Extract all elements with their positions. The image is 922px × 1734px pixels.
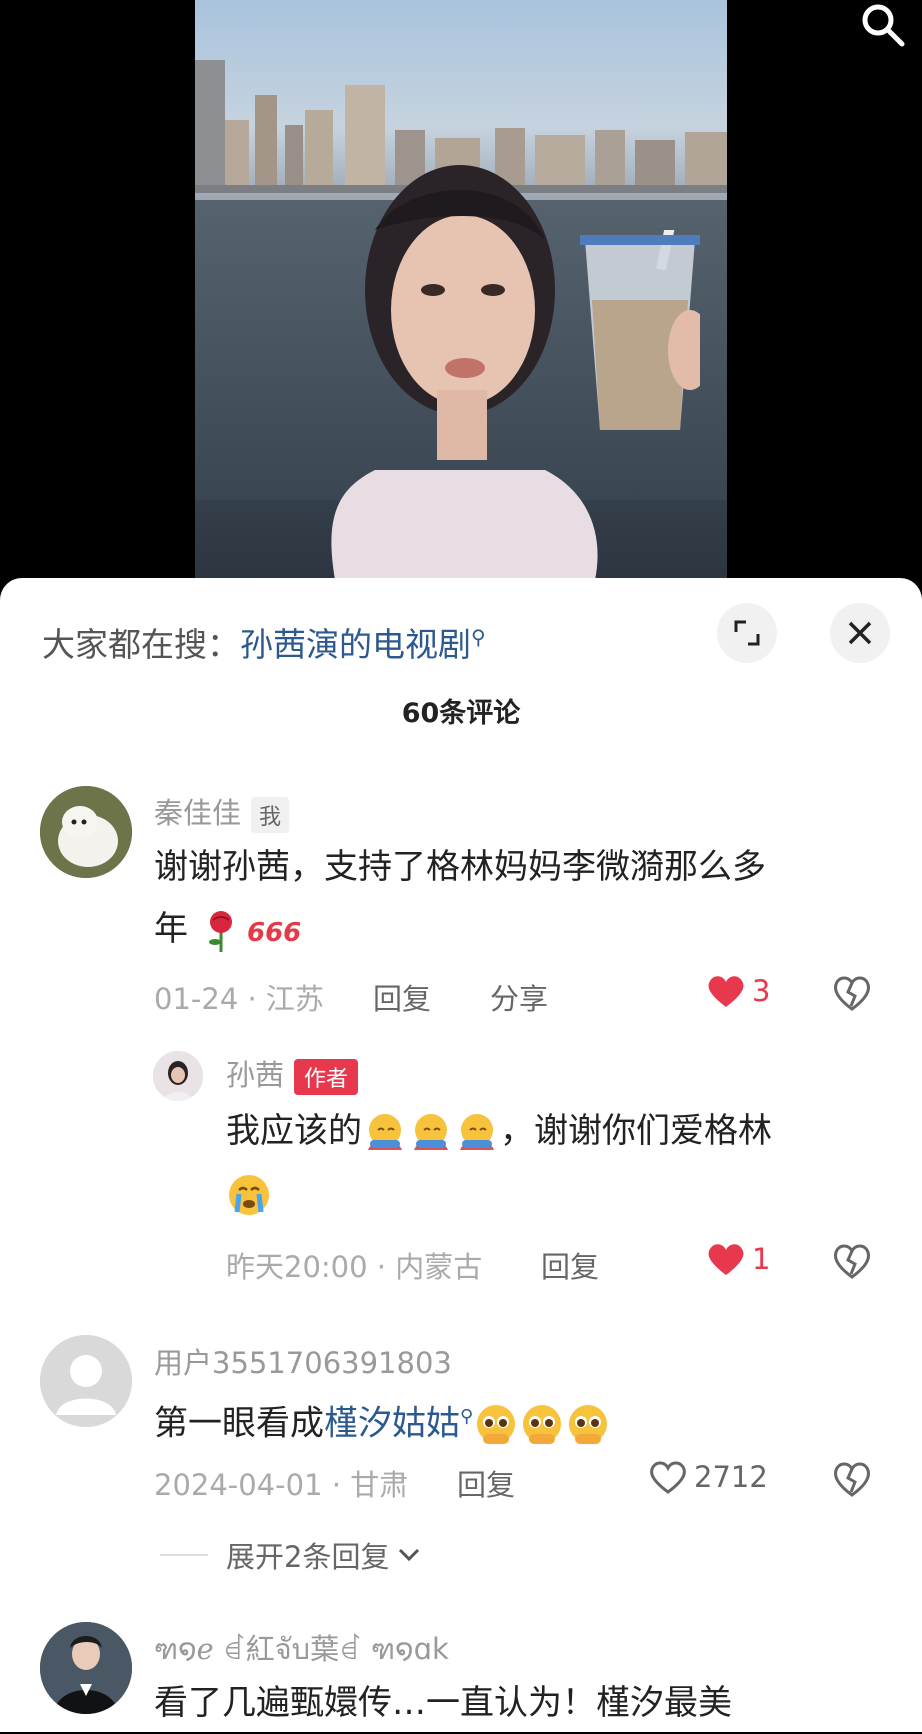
milk-tea-cup xyxy=(580,230,700,430)
video-frame[interactable] xyxy=(195,0,727,580)
reply-meta: 昨天20:00 · 内蒙古 xyxy=(226,1250,483,1284)
pleading-emoji-icon xyxy=(477,1404,516,1444)
hot-search-prefix: 大家都在搜： xyxy=(42,625,240,664)
video-area[interactable] xyxy=(0,0,922,580)
reply-button[interactable]: 回复 xyxy=(373,976,431,1018)
comment-text-line2: 年 xyxy=(154,909,188,949)
comment-text-part1: 第一眼看成 xyxy=(154,1403,324,1444)
reply-text-part2: ，谢谢你们爱格林 xyxy=(500,1111,772,1151)
pleading-emoji-icon xyxy=(569,1404,608,1444)
search-icon[interactable] xyxy=(856,2,908,50)
svg-text:666: 666 xyxy=(247,918,301,948)
reply-text-part1: 我应该的 xyxy=(226,1111,362,1151)
comment-meta: 2024-04-01 · 甘肃 xyxy=(154,1468,409,1502)
comment-username[interactable]: 秦佳佳我 xyxy=(154,790,290,833)
heart-filled-icon xyxy=(708,976,744,1007)
expand-button[interactable] xyxy=(717,603,777,663)
divider-line xyxy=(160,1554,208,1556)
like-count: 3 xyxy=(752,974,771,1008)
search-icon: ⚲ xyxy=(460,1406,474,1427)
expand-replies-label[interactable]: 展开2条回复 xyxy=(226,1534,389,1576)
avatar[interactable] xyxy=(40,786,132,878)
pleading-emoji-icon xyxy=(523,1404,562,1444)
comment-text-line1: 谢谢孙茜，支持了格林妈妈李微漪那么多 xyxy=(154,847,766,887)
reply-text: 我应该的 ，谢谢你们爱格林 xyxy=(226,1100,886,1224)
heart-filled-icon xyxy=(708,1244,744,1275)
like-button[interactable]: 2712 xyxy=(648,1459,768,1495)
me-tag: 我 xyxy=(251,797,290,833)
man-avatar-icon xyxy=(40,1622,132,1714)
like-button[interactable]: 1 xyxy=(706,1241,770,1277)
woman-figure xyxy=(331,165,598,580)
hug-emoji-icon xyxy=(414,1113,448,1150)
reply-button[interactable]: 回复 xyxy=(457,1462,515,1504)
author-tag: 作者 xyxy=(294,1059,359,1095)
close-icon xyxy=(848,621,872,645)
search-icon: ⚲ xyxy=(471,625,486,649)
close-button[interactable] xyxy=(830,603,890,663)
hot-search-keyword[interactable]: 孙茜演的电视剧 xyxy=(240,625,471,664)
crying-emoji-icon xyxy=(229,1174,269,1215)
comment-username[interactable]: ฑ໑ℯ ꀸ紅จับ葉ꀸ ฑ໑ɑk xyxy=(154,1626,449,1672)
like-count: 1 xyxy=(752,1242,771,1276)
reply-button[interactable]: 回复 xyxy=(541,1244,599,1286)
comment-keyword-link[interactable]: 槿汐姑姑 xyxy=(324,1403,460,1443)
rose-emoji-icon xyxy=(208,910,232,952)
dislike-broken-heart-icon[interactable] xyxy=(832,974,872,1012)
hot-search-bar[interactable]: 大家都在搜：孙茜演的电视剧⚲ xyxy=(42,618,486,666)
expand-replies-button[interactable]: 展开2条回复 xyxy=(160,1534,423,1576)
dog-avatar-icon xyxy=(40,786,132,878)
hug-emoji-icon xyxy=(460,1113,494,1150)
like-count: 2712 xyxy=(694,1460,768,1494)
comment-meta: 01-24 · 江苏 xyxy=(154,982,324,1016)
comment-text: 第一眼看成槿汐姑姑⚲ xyxy=(154,1386,874,1454)
avatar[interactable] xyxy=(40,1622,132,1714)
expand-icon xyxy=(734,620,760,646)
comment-sheet: 大家都在搜：孙茜演的电视剧⚲ 60条评论 秦佳佳我 谢谢孙茜，支持了格林妈妈李微… xyxy=(0,578,922,1732)
default-user-icon xyxy=(40,1335,132,1427)
666-emoji-icon: 666 xyxy=(247,918,301,948)
hug-emoji-icon xyxy=(368,1113,402,1150)
share-button[interactable]: 分享 xyxy=(490,976,548,1018)
username-text[interactable]: 秦佳佳 xyxy=(154,796,241,830)
comment-username[interactable]: 用户3551706391803 xyxy=(154,1340,452,1382)
dislike-broken-heart-icon[interactable] xyxy=(832,1242,872,1280)
author-avatar-icon xyxy=(153,1051,203,1101)
dislike-broken-heart-icon[interactable] xyxy=(832,1460,872,1498)
avatar[interactable] xyxy=(40,1335,132,1427)
heart-outline-icon xyxy=(650,1461,686,1494)
comment-text: 谢谢孙茜，支持了格林妈妈李微漪那么多 年 666 xyxy=(154,836,874,960)
comment-text: 看了几遍甄嬛传…一直认为！槿汐最美 xyxy=(154,1683,732,1723)
like-button[interactable]: 3 xyxy=(706,973,770,1009)
avatar[interactable] xyxy=(153,1051,203,1101)
comment-count: 60条评论 xyxy=(401,698,521,729)
reply-username[interactable]: 孙茜 作者 xyxy=(226,1052,359,1095)
username-text[interactable]: 孙茜 xyxy=(226,1058,284,1092)
chevron-down-icon xyxy=(399,1548,420,1562)
